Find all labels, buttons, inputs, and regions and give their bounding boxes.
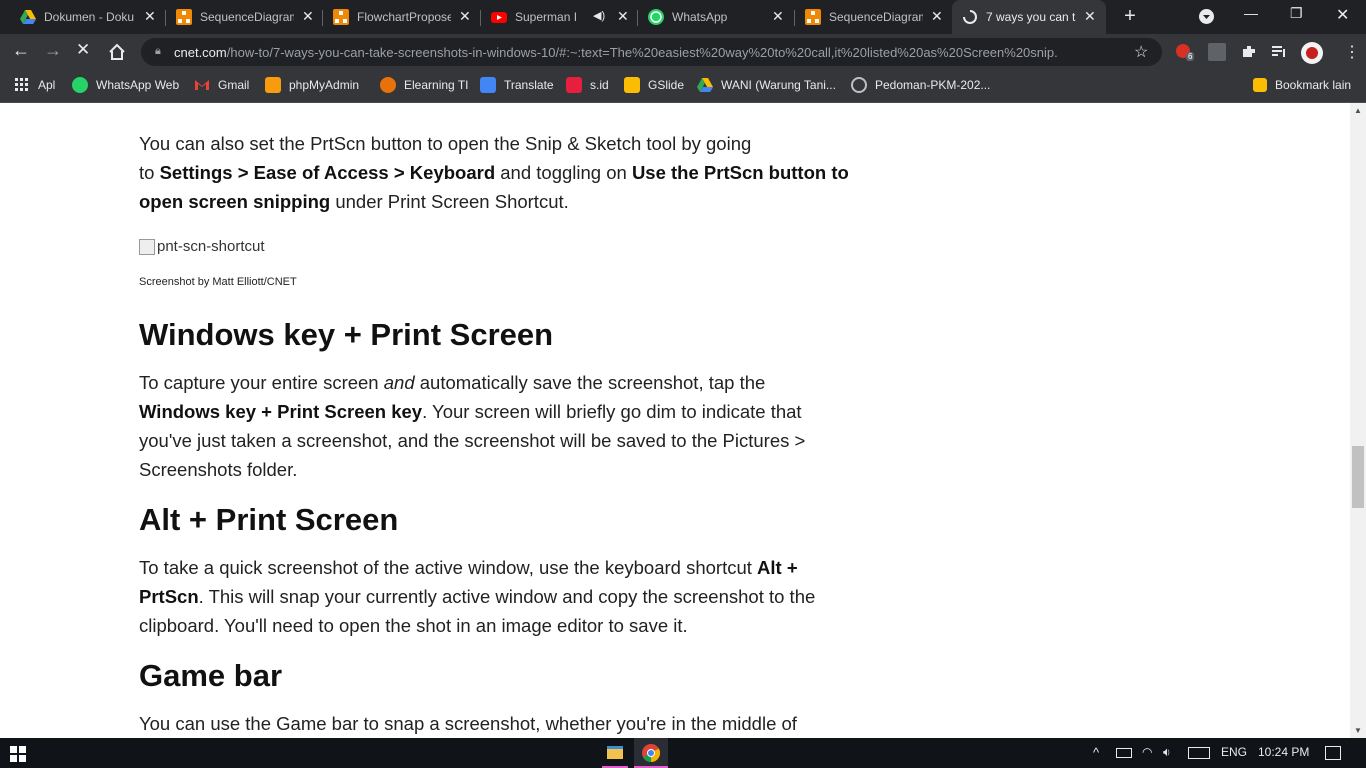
back-icon[interactable]: ← [12, 40, 30, 61]
wifi-icon[interactable]: ◠ [1142, 745, 1152, 759]
home-icon[interactable] [108, 43, 126, 61]
url-text[interactable]: cnet.com/how-to/7-ways-you-can-take-scre… [174, 45, 1119, 60]
apps-grid-icon [15, 78, 28, 91]
tab-flowchart[interactable]: FlowchartPropose ✕ [323, 0, 481, 34]
paragraph-windows-print-screen: To capture your entire screen and automa… [139, 372, 806, 480]
vertical-scrollbar[interactable] [1350, 103, 1366, 738]
windows-start-icon[interactable] [10, 746, 26, 762]
sid-icon [566, 77, 582, 93]
restore-icon[interactable]: ❐ [1290, 5, 1303, 22]
whatsapp-icon [648, 9, 664, 25]
menu-kebab-icon[interactable]: ⋮ [1344, 42, 1360, 62]
bookmark-pedoman[interactable]: Pedoman-PKM-202... [851, 76, 990, 94]
tab-whatsapp[interactable]: WhatsApp ✕ [638, 0, 794, 34]
folder-icon [1253, 78, 1267, 92]
scrollbar-thumb[interactable] [1352, 446, 1364, 508]
extension-badge-icon[interactable]: 6 [1176, 43, 1196, 61]
bookmark-elearning[interactable]: Elearning TI [380, 76, 468, 94]
bookmark-other[interactable]: Bookmark lain [1253, 76, 1351, 94]
image-caption: Screenshot by Matt Elliott/CNET [139, 276, 297, 288]
tab-strip: Dokumen - Doku ✕ SequenceDiagram ✕ Flowc… [0, 0, 1366, 34]
google-drive-icon [697, 78, 713, 92]
notification-icon[interactable] [1325, 746, 1341, 760]
puzzle-extensions-icon[interactable] [1240, 43, 1258, 61]
volume-icon[interactable]: 🔉︎ [1163, 745, 1171, 760]
window-close-icon[interactable]: ✕ [1336, 5, 1349, 25]
close-icon[interactable]: ✕ [772, 8, 784, 25]
close-icon[interactable]: ✕ [617, 8, 629, 25]
bookmark-translate[interactable]: Translate [480, 76, 554, 94]
tab-title: SequenceDiagram [829, 10, 923, 24]
tab-dokumen[interactable]: Dokumen - Doku ✕ [0, 0, 165, 34]
paragraph-alt-print-screen: To take a quick screenshot of the active… [139, 557, 816, 636]
bookmark-gmail[interactable]: Gmail [194, 76, 249, 94]
tab-active-7-ways[interactable]: 7 ways you can ta ✕ [952, 0, 1106, 34]
bookmark-whatsapp-web[interactable]: WhatsApp Web [72, 76, 179, 94]
loading-icon [963, 10, 977, 24]
bookmark-sid[interactable]: s.id [566, 76, 609, 94]
bookmark-wani[interactable]: WANI (Warung Tani... [697, 76, 836, 94]
tab-title: SequenceDiagram [200, 10, 294, 24]
close-icon[interactable]: ✕ [302, 8, 314, 25]
heading-windows-print-screen: Windows key + Print Screen [139, 317, 554, 352]
gmail-icon [195, 80, 209, 90]
close-icon[interactable]: ✕ [931, 8, 943, 25]
stop-loading-icon[interactable]: ✕ [76, 40, 90, 60]
minimize-icon[interactable]: — [1244, 5, 1258, 21]
elearning-icon [380, 77, 396, 93]
paragraph-game-bar: You can use the Game bar to snap a scree… [139, 713, 797, 734]
bookmark-star-icon[interactable]: ☆ [1134, 42, 1148, 62]
language-indicator[interactable]: ENG [1221, 745, 1247, 759]
close-icon[interactable]: ✕ [1084, 8, 1096, 25]
bookmark-phpmyadmin[interactable]: phpMyAdmin [265, 76, 359, 94]
close-icon[interactable]: ✕ [144, 8, 156, 25]
clock[interactable]: 10:24 PM [1258, 745, 1309, 759]
paragraph-snip-settings: You can also set the PrtScn button to op… [139, 133, 849, 212]
google-translate-icon [480, 77, 496, 93]
google-drive-icon [20, 10, 36, 24]
broken-image-icon [139, 238, 155, 255]
tab-title: Dokumen - Doku [44, 10, 135, 24]
tab-search-icon[interactable] [1199, 9, 1214, 24]
tab-superman[interactable]: Superman Is ◀) ✕ [481, 0, 639, 34]
youtube-icon [491, 12, 507, 23]
forward-icon[interactable]: → [44, 40, 62, 61]
file-explorer-icon[interactable] [602, 738, 628, 768]
bookmark-apps[interactable]: Apl [14, 76, 55, 94]
windows-taskbar [0, 738, 1366, 768]
extension-icon[interactable] [1208, 43, 1226, 61]
tab-sequence-diagram-2[interactable]: SequenceDiagram ✕ [795, 0, 951, 34]
audio-playing-icon[interactable]: ◀) [593, 9, 605, 22]
battery-icon[interactable] [1116, 748, 1132, 758]
page-content: You can also set the PrtScn button to op… [0, 103, 1350, 738]
chevron-up-icon[interactable]: ^ [1093, 745, 1099, 760]
media-control-icon[interactable] [1270, 43, 1288, 61]
new-tab-button[interactable]: + [1119, 6, 1141, 28]
tab-sequence-diagram[interactable]: SequenceDiagram ✕ [166, 0, 324, 34]
diagram-app-icon [176, 9, 192, 25]
diagram-app-icon [333, 9, 349, 25]
heading-alt-print-screen: Alt + Print Screen [139, 502, 399, 537]
globe-icon [851, 77, 867, 93]
lock-icon[interactable]: 🔒︎ [155, 45, 164, 57]
scroll-up-arrow-icon[interactable]: ▲ [1354, 106, 1362, 115]
bookmark-gslide[interactable]: GSlide [624, 76, 684, 94]
heading-game-bar: Game bar [139, 658, 283, 693]
tab-title: Superman Is [515, 10, 577, 24]
scroll-down-arrow-icon[interactable]: ▼ [1354, 726, 1362, 735]
google-slides-icon [624, 77, 640, 93]
broken-image: pnt-scn-shortcut [139, 238, 265, 255]
tab-title: FlowchartPropose [357, 10, 451, 24]
keyboard-icon[interactable] [1188, 747, 1210, 759]
profile-avatar[interactable] [1301, 42, 1323, 64]
chrome-taskbar-icon[interactable] [634, 738, 668, 768]
whatsapp-icon [72, 77, 88, 93]
close-icon[interactable]: ✕ [459, 8, 471, 25]
tab-title: WhatsApp [672, 10, 728, 24]
phpmyadmin-icon [265, 77, 281, 93]
tab-title: 7 ways you can ta [986, 10, 1076, 24]
diagram-app-icon [805, 9, 821, 25]
